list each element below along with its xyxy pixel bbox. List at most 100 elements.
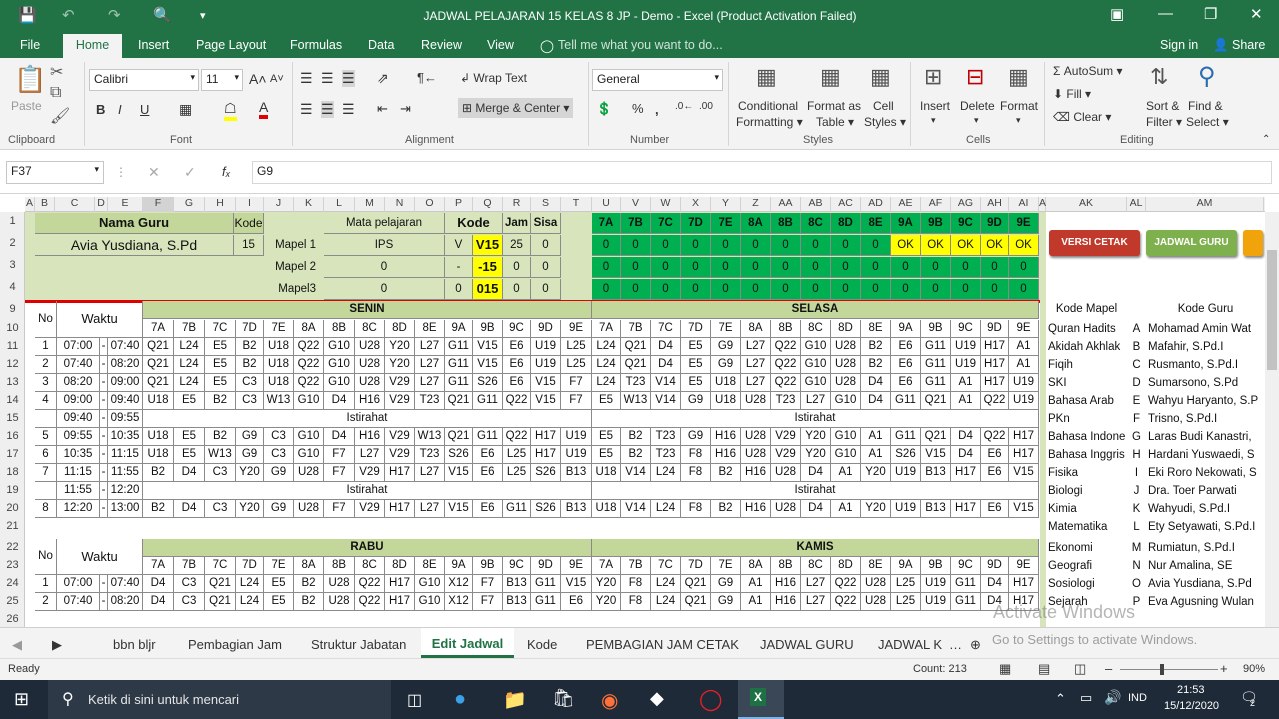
class-status[interactable]: 0 xyxy=(831,235,861,256)
time-dash[interactable]: - xyxy=(100,575,108,593)
nama-guru-label[interactable]: Nama Guru xyxy=(35,213,234,234)
schedule-cell[interactable]: B2 xyxy=(143,500,174,518)
schedule-cell[interactable]: L24 xyxy=(592,356,621,374)
class-col-header[interactable]: 7B xyxy=(174,557,205,575)
lesson-no[interactable]: 2 xyxy=(35,356,57,374)
orange-button[interactable] xyxy=(1243,230,1263,256)
subject-code[interactable]: C xyxy=(1127,357,1146,375)
class-status[interactable]: 0 xyxy=(921,279,951,300)
class-header[interactable]: 7A xyxy=(592,213,621,234)
schedule-cell[interactable]: U28 xyxy=(355,374,385,392)
grow-font-icon[interactable]: A˄ xyxy=(249,71,267,87)
app-icon[interactable]: ◆ xyxy=(650,688,664,709)
class-status[interactable]: 0 xyxy=(891,257,921,278)
class-status[interactable]: 0 xyxy=(981,257,1009,278)
class-status[interactable]: 0 xyxy=(801,257,831,278)
lesson-no[interactable]: 7 xyxy=(35,464,57,482)
undo-icon[interactable]: ↶ xyxy=(62,6,75,24)
subject-code[interactable]: D xyxy=(1127,375,1146,393)
schedule-cell[interactable]: G10 xyxy=(294,392,324,410)
class-col-header[interactable]: 9E xyxy=(1009,320,1039,338)
time-end[interactable]: 11:15 xyxy=(108,446,143,464)
class-status[interactable]: 0 xyxy=(1009,279,1039,300)
share-button[interactable]: Share xyxy=(1232,38,1265,52)
copy-icon[interactable]: ⧉ xyxy=(50,84,61,102)
schedule-cell[interactable]: G9 xyxy=(711,338,741,356)
edge-icon[interactable]: ● xyxy=(454,688,466,711)
mapel-subject[interactable]: 0 xyxy=(324,257,445,278)
lesson-no[interactable]: 4 xyxy=(35,392,57,410)
italic-button[interactable]: I xyxy=(118,102,122,117)
class-header[interactable]: 9E xyxy=(1009,213,1039,234)
increase-decimal-icon[interactable]: .0← xyxy=(675,101,693,112)
insert-function-icon[interactable]: fₓ xyxy=(222,164,231,179)
schedule-cell[interactable]: E6 xyxy=(981,464,1009,482)
row-header[interactable]: 19 xyxy=(0,484,25,496)
schedule-cell[interactable]: G11 xyxy=(531,593,561,611)
schedule-cell[interactable]: L25 xyxy=(561,338,592,356)
schedule-cell[interactable]: H16 xyxy=(355,392,385,410)
column-header[interactable]: B xyxy=(35,197,55,212)
tray-chevron-icon[interactable]: ⌃ xyxy=(1055,691,1066,707)
break-cell[interactable]: Istirahat xyxy=(143,410,592,428)
teacher-name-list[interactable]: Wahyudi, S.Pd.I xyxy=(1146,501,1265,519)
sign-in-link[interactable]: Sign in xyxy=(1160,38,1198,52)
column-header[interactable]: C xyxy=(55,197,95,212)
delete-dropdown-icon[interactable]: ▾ xyxy=(974,115,979,126)
schedule-cell[interactable]: G11 xyxy=(951,575,981,593)
waktu-header[interactable]: Waktu xyxy=(57,539,143,575)
schedule-cell[interactable]: T23 xyxy=(651,446,681,464)
schedule-cell[interactable]: B2 xyxy=(621,446,651,464)
schedule-cell[interactable]: L27 xyxy=(741,374,771,392)
schedule-cell[interactable]: Q21 xyxy=(445,392,473,410)
class-col-header[interactable]: 9B xyxy=(921,320,951,338)
format-cells-button[interactable]: Format xyxy=(1000,99,1038,113)
schedule-cell[interactable]: Y20 xyxy=(861,500,891,518)
schedule-cell[interactable]: E6 xyxy=(891,374,921,392)
schedule-cell[interactable]: E5 xyxy=(205,356,236,374)
schedule-cell[interactable]: L24 xyxy=(651,575,681,593)
time-start[interactable]: 11:15 xyxy=(57,464,100,482)
time-end[interactable]: 13:00 xyxy=(108,500,143,518)
sheet-tabs-more-icon[interactable]: … xyxy=(949,637,962,652)
delete-cells-button[interactable]: Delete xyxy=(960,99,995,113)
schedule-cell[interactable]: D4 xyxy=(951,446,981,464)
enter-icon[interactable]: ✓ xyxy=(184,164,196,181)
schedule-cell[interactable]: G11 xyxy=(531,575,561,593)
schedule-cell[interactable]: Q22 xyxy=(355,593,385,611)
day-header[interactable]: KAMIS xyxy=(592,539,1039,557)
class-col-header[interactable]: 9C xyxy=(951,557,981,575)
fill-button[interactable]: ⬇ Fill ▾ xyxy=(1053,87,1091,101)
class-col-header[interactable]: 8B xyxy=(771,320,801,338)
schedule-cell[interactable]: A1 xyxy=(831,500,861,518)
class-col-header[interactable]: 7E xyxy=(711,320,741,338)
class-status[interactable]: 0 xyxy=(861,279,891,300)
schedule-cell[interactable]: D4 xyxy=(143,593,174,611)
tab-insert[interactable]: Insert xyxy=(138,38,169,52)
schedule-cell[interactable]: V15 xyxy=(445,500,473,518)
column-header[interactable]: AB xyxy=(801,197,831,212)
class-col-header[interactable]: 8A xyxy=(294,557,324,575)
underline-button[interactable]: U xyxy=(140,102,149,117)
mapel-flag[interactable]: V xyxy=(445,235,473,256)
schedule-cell[interactable]: V29 xyxy=(385,446,415,464)
tab-formulas[interactable]: Formulas xyxy=(290,38,342,52)
schedule-cell[interactable]: C3 xyxy=(174,593,205,611)
schedule-cell[interactable]: Q22 xyxy=(771,338,801,356)
schedule-cell[interactable]: G10 xyxy=(801,338,831,356)
opera-icon[interactable]: ◯ xyxy=(699,687,723,712)
class-status[interactable]: 0 xyxy=(771,235,801,256)
row-header[interactable]: 20 xyxy=(0,502,25,514)
subject-name[interactable]: Ekonomi xyxy=(1046,540,1127,558)
schedule-cell[interactable]: L24 xyxy=(236,575,264,593)
class-col-header[interactable]: 9B xyxy=(473,557,503,575)
schedule-cell[interactable]: Q21 xyxy=(621,338,651,356)
teacher-name-list[interactable]: Ety Setyawati, S.Pd.I xyxy=(1146,519,1265,537)
class-status[interactable]: OK xyxy=(1009,235,1039,256)
time-end[interactable]: 10:35 xyxy=(108,428,143,446)
format-as-table-line1[interactable]: Format as xyxy=(807,99,861,113)
tab-data[interactable]: Data xyxy=(368,38,394,52)
schedule-cell[interactable]: C3 xyxy=(236,392,264,410)
schedule-cell[interactable]: E5 xyxy=(681,356,711,374)
insert-cells-button[interactable]: Insert xyxy=(920,99,950,113)
